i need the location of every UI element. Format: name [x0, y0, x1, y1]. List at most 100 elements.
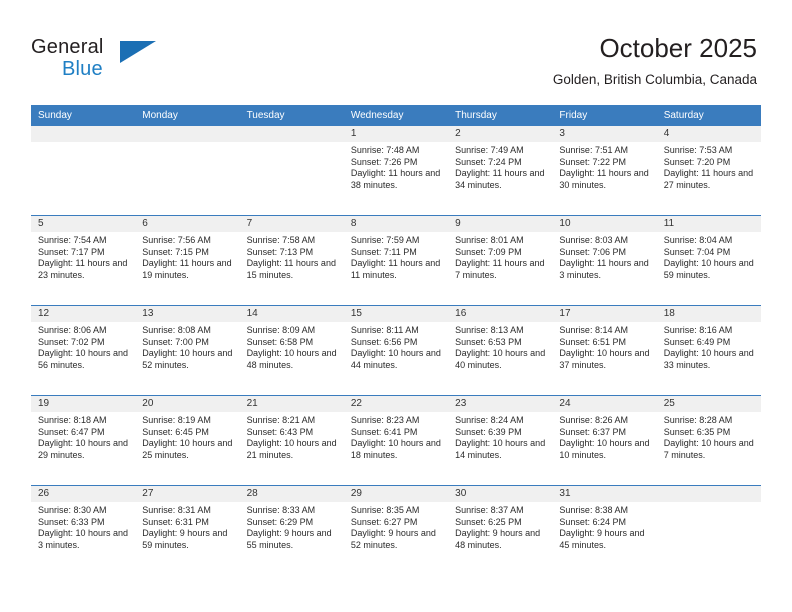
sunrise-text: Sunrise: 8:03 AM	[559, 235, 628, 245]
calendar-week-cells: 5 Sunrise: 7:54 AM Sunset: 7:17 PM Daylight…	[31, 216, 761, 305]
sunset-text: Sunset: 6:41 PM	[350, 426, 418, 437]
daylight-text: Daylight: 10 hours and 10 minutes.	[559, 438, 650, 460]
calendar-day-cell[interactable]: 17 Sunrise: 8:14 AM Sunset: 6:51 PM Dayligh…	[552, 306, 657, 395]
sunrise-text: Sunrise: 8:06 AM	[38, 325, 107, 335]
sunrise-text: Sunrise: 7:51 AM	[559, 145, 628, 155]
daylight-text: Daylight: 11 hours and 7 minutes.	[455, 258, 545, 280]
day-number	[31, 126, 136, 142]
sunrise-text: Sunrise: 7:56 AM	[142, 235, 211, 245]
day-details: Sunrise: 8:13 AM Sunset: 6:53 PM Daylight:…	[448, 322, 552, 371]
brand-name-general: General	[31, 36, 104, 58]
calendar-day-cell[interactable]: 19 Sunrise: 8:18 AM Sunset: 6:47 PM Dayligh…	[31, 396, 136, 485]
day-number: 7	[239, 216, 344, 232]
weekday-thursday: Thursday	[455, 110, 497, 121]
calendar-day-cell[interactable]: 16 Sunrise: 8:13 AM Sunset: 6:53 PM Dayligh…	[448, 306, 553, 395]
sunrise-text: Sunrise: 8:31 AM	[142, 505, 211, 515]
daylight-text: Daylight: 10 hours and 29 minutes.	[38, 438, 129, 460]
sunrise-text: Sunrise: 8:26 AM	[559, 415, 628, 425]
sunrise-text: Sunrise: 8:01 AM	[455, 235, 524, 245]
calendar-day-cell[interactable]: 25 Sunrise: 8:28 AM Sunset: 6:35 PM Dayligh…	[656, 396, 761, 485]
sunset-text: Sunset: 7:09 PM	[455, 246, 522, 257]
day-number: 17	[552, 306, 657, 322]
calendar-day-cell[interactable]: 24 Sunrise: 8:26 AM Sunset: 6:37 PM Dayligh…	[552, 396, 657, 485]
daylight-text: Daylight: 11 hours and 34 minutes.	[455, 168, 545, 190]
sunrise-text: Sunrise: 8:08 AM	[142, 325, 211, 335]
calendar-day-cell[interactable]: 13 Sunrise: 8:08 AM Sunset: 7:00 PM Dayligh…	[135, 306, 240, 395]
day-details: Sunrise: 8:23 AM Sunset: 6:41 PM Daylight:…	[344, 412, 448, 461]
daylight-text: Daylight: 11 hours and 15 minutes.	[246, 258, 336, 280]
calendar-day-cell[interactable]: 20 Sunrise: 8:19 AM Sunset: 6:45 PM Dayligh…	[135, 396, 240, 485]
sunset-text: Sunset: 7:13 PM	[246, 246, 314, 257]
day-details: Sunrise: 7:58 AM Sunset: 7:13 PM Daylight:…	[240, 232, 344, 281]
calendar-day-cell[interactable]: 15 Sunrise: 8:11 AM Sunset: 6:56 PM Dayligh…	[343, 306, 449, 395]
calendar-day-cell[interactable]: 22 Sunrise: 8:23 AM Sunset: 6:41 PM Dayligh…	[343, 396, 449, 485]
day-details: Sunrise: 8:09 AM Sunset: 6:58 PM Daylight:…	[240, 322, 344, 371]
sunrise-text: Sunrise: 7:58 AM	[246, 235, 316, 245]
calendar-day-cell[interactable]: 8 Sunrise: 7:59 AM Sunset: 7:11 PM Daylight…	[343, 216, 449, 305]
calendar-day-cell[interactable]: 9 Sunrise: 8:01 AM Sunset: 7:09 PM Daylight…	[448, 216, 553, 305]
day-details: Sunrise: 7:59 AM Sunset: 7:11 PM Daylight:…	[344, 232, 448, 281]
calendar-day-cell[interactable]: 6 Sunrise: 7:56 AM Sunset: 7:15 PM Daylight…	[135, 216, 240, 305]
calendar-day-cell[interactable]: 2 Sunrise: 7:49 AM Sunset: 7:24 PM Daylight…	[448, 126, 553, 215]
calendar-day-cell[interactable]: 11 Sunrise: 8:04 AM Sunset: 7:04 PM Dayligh…	[656, 216, 761, 305]
daylight-text: Daylight: 10 hours and 7 minutes.	[663, 438, 754, 460]
calendar-day-cell[interactable]: 31 Sunrise: 8:38 AM Sunset: 6:24 PM Dayligh…	[552, 486, 657, 575]
page-title: October 2025	[599, 33, 757, 63]
day-number: 14	[239, 306, 344, 322]
calendar-day-cell[interactable]: 29 Sunrise: 8:35 AM Sunset: 6:27 PM Dayligh…	[343, 486, 449, 575]
sunrise-text: Sunrise: 8:09 AM	[246, 325, 316, 335]
calendar-day-cell[interactable]: 27 Sunrise: 8:31 AM Sunset: 6:31 PM Dayligh…	[135, 486, 240, 575]
day-details: Sunrise: 8:38 AM Sunset: 6:24 PM Daylight:…	[552, 502, 656, 551]
daylight-text: Daylight: 11 hours and 19 minutes.	[142, 258, 232, 280]
day-number: 9	[448, 216, 553, 232]
calendar-day-cell[interactable]: 7 Sunrise: 7:58 AM Sunset: 7:13 PM Daylight…	[239, 216, 344, 305]
calendar-day-cell[interactable]: 1 Sunrise: 7:48 AM Sunset: 7:26 PM Daylight…	[343, 126, 449, 215]
day-details: Sunrise: 8:19 AM Sunset: 6:45 PM Daylight:…	[135, 412, 239, 461]
calendar-day-cell[interactable]: 5 Sunrise: 7:54 AM Sunset: 7:17 PM Daylight…	[31, 216, 136, 305]
day-number: 4	[656, 126, 761, 142]
day-number: 2	[448, 126, 553, 142]
day-details: Sunrise: 8:35 AM Sunset: 6:27 PM Daylight:…	[344, 502, 448, 551]
daylight-text: Daylight: 11 hours and 30 minutes.	[559, 168, 649, 190]
sunset-text: Sunset: 6:37 PM	[559, 426, 626, 437]
day-number: 21	[239, 396, 344, 412]
triangle-icon	[120, 41, 156, 63]
calendar-day-cell[interactable]: 21 Sunrise: 8:21 AM Sunset: 6:43 PM Dayligh…	[239, 396, 344, 485]
sunrise-text: Sunrise: 8:30 AM	[38, 505, 107, 515]
sunrise-text: Sunrise: 8:16 AM	[663, 325, 733, 335]
calendar-day-cell[interactable]: 23 Sunrise: 8:24 AM Sunset: 6:39 PM Dayligh…	[448, 396, 553, 485]
sunset-text: Sunset: 7:24 PM	[455, 156, 522, 167]
sunset-text: Sunset: 7:04 PM	[663, 246, 731, 257]
weekday-tuesday: Tuesday	[246, 110, 285, 121]
daylight-text: Daylight: 10 hours and 3 minutes.	[38, 528, 129, 550]
day-number: 15	[343, 306, 449, 322]
sunset-text: Sunset: 7:22 PM	[559, 156, 626, 167]
daylight-text: Daylight: 11 hours and 23 minutes.	[38, 258, 128, 280]
calendar-day-cell[interactable]: 10 Sunrise: 8:03 AM Sunset: 7:06 PM Dayligh…	[552, 216, 657, 305]
calendar-day-cell[interactable]: 14 Sunrise: 8:09 AM Sunset: 6:58 PM Dayligh…	[239, 306, 344, 395]
sunset-text: Sunset: 6:39 PM	[455, 426, 522, 437]
calendar-day-cell[interactable]: 30 Sunrise: 8:37 AM Sunset: 6:25 PM Dayligh…	[448, 486, 553, 575]
day-details: Sunrise: 8:18 AM Sunset: 6:47 PM Daylight:…	[31, 412, 135, 461]
sunset-text: Sunset: 6:24 PM	[559, 516, 626, 527]
calendar-week-cells: 19 Sunrise: 8:18 AM Sunset: 6:47 PM Dayligh…	[31, 396, 761, 485]
day-number: 8	[343, 216, 449, 232]
sunrise-text: Sunrise: 8:38 AM	[559, 505, 628, 515]
calendar-day-cell[interactable]: 26 Sunrise: 8:30 AM Sunset: 6:33 PM Dayligh…	[31, 486, 136, 575]
daylight-text: Daylight: 9 hours and 52 minutes.	[350, 528, 436, 550]
calendar-day-cell[interactable]: 3 Sunrise: 7:51 AM Sunset: 7:22 PM Daylight…	[552, 126, 657, 215]
day-number: 30	[448, 486, 553, 502]
daylight-text: Daylight: 10 hours and 40 minutes.	[455, 348, 546, 370]
calendar-day-cell[interactable]: 28 Sunrise: 8:33 AM Sunset: 6:29 PM Dayligh…	[239, 486, 344, 575]
day-details: Sunrise: 8:21 AM Sunset: 6:43 PM Daylight:…	[240, 412, 344, 461]
calendar-day-cell[interactable]: 18 Sunrise: 8:16 AM Sunset: 6:49 PM Dayligh…	[656, 306, 761, 395]
calendar-day-cell[interactable]: 12 Sunrise: 8:06 AM Sunset: 7:02 PM Dayligh…	[31, 306, 136, 395]
calendar-day-cell[interactable]: 4 Sunrise: 7:53 AM Sunset: 7:20 PM Daylight…	[656, 126, 761, 215]
weekday-friday: Friday	[559, 110, 588, 121]
page-header: General Blue October 2025 Golden, Britis…	[0, 0, 792, 100]
day-number: 31	[552, 486, 657, 502]
day-details: Sunrise: 7:56 AM Sunset: 7:15 PM Daylight:…	[135, 232, 239, 281]
sunrise-text: Sunrise: 8:18 AM	[38, 415, 107, 425]
calendar-week-row: 12 Sunrise: 8:06 AM Sunset: 7:02 PM Dayligh…	[31, 305, 761, 395]
sunrise-text: Sunrise: 8:13 AM	[455, 325, 524, 335]
